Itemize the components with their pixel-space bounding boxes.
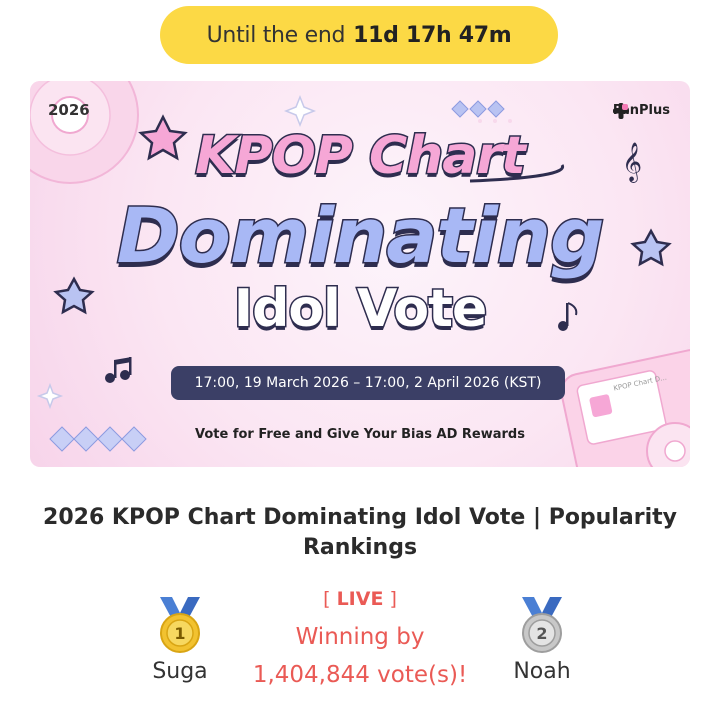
rank-first-name: Suga <box>152 659 208 684</box>
banner-title-line-2: Dominating <box>115 190 606 282</box>
brand-logo: FanPlus <box>612 103 670 119</box>
countdown-pill: Until the end 11d 17h 47m <box>160 6 558 64</box>
rank-number: 2 <box>536 624 547 643</box>
winning-votes: 1,404,844 vote(s)! <box>252 662 468 688</box>
banner-tagline: Vote for Free and Give Your Bias AD Rewa… <box>195 427 525 442</box>
winning-prefix: Winning by <box>295 624 425 650</box>
live-bracket-close: ] <box>383 588 397 610</box>
sparkle-icon <box>283 94 317 128</box>
sparkle-icon <box>36 382 64 410</box>
vote-period: 17:00, 19 March 2026 – 17:00, 2 April 20… <box>171 366 565 400</box>
music-player-icon: KPOP Chart D... <box>560 349 690 467</box>
event-banner[interactable]: 𝄞 KPOP Chart D... 2026 FanPlus KPOP Char… <box>30 81 690 467</box>
banner-title-line-1: KPOP Chart <box>194 125 528 188</box>
rank-second-name: Noah <box>513 659 571 684</box>
music-note-icon <box>105 357 132 383</box>
rank-first[interactable]: 1 Suga <box>140 595 220 684</box>
live-badge: [ LIVE ] <box>240 588 480 610</box>
rank-number: 1 <box>174 624 185 643</box>
gold-medal-icon: 1 <box>160 597 200 653</box>
fanplus-logo-icon <box>612 103 629 119</box>
banner-title-line-3: Idol Vote <box>232 278 488 341</box>
page-title: 2026 KPOP Chart Dominating Idol Vote | P… <box>43 505 677 560</box>
banner-year: 2026 <box>48 101 90 119</box>
live-label: LIVE <box>336 588 384 610</box>
countdown-prefix: Until the end <box>206 22 346 48</box>
diamond-pattern-icon <box>451 100 505 118</box>
winning-margin: Winning by 1,404,844 vote(s)! <box>240 618 480 694</box>
live-status: [ LIVE ] Winning by 1,404,844 vote(s)! <box>240 588 480 694</box>
countdown-time: 11d 17h 47m <box>353 22 512 48</box>
silver-medal-icon: 2 <box>522 597 562 653</box>
live-bracket-open: [ <box>323 588 337 610</box>
rank-second[interactable]: 2 Noah <box>500 595 584 684</box>
